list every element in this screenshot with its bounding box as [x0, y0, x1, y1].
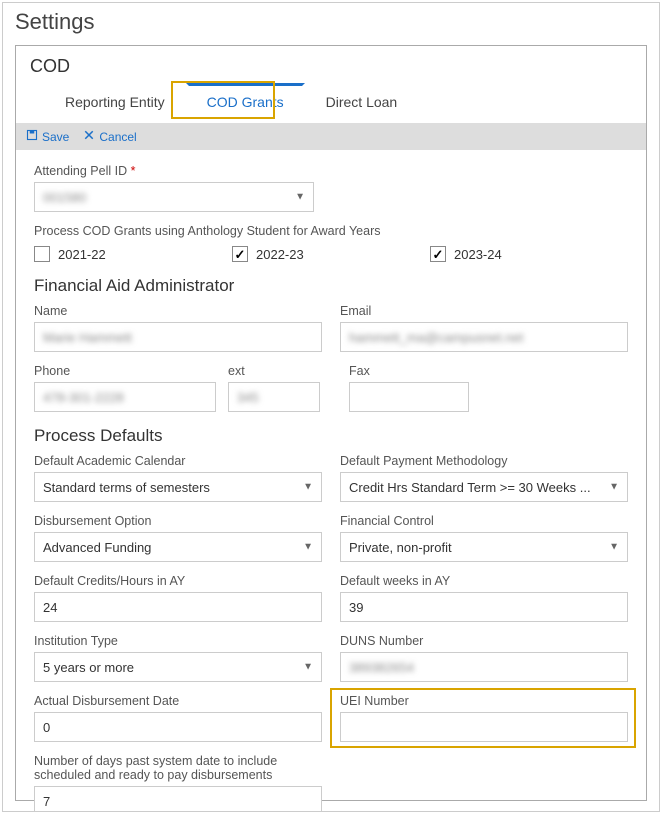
duns-input[interactable]: 389382654 — [340, 652, 628, 682]
chevron-down-icon: ▼ — [609, 482, 619, 493]
panel-title: COD — [16, 46, 646, 83]
ext-label: ext — [228, 364, 320, 378]
phone-label: Phone — [34, 364, 216, 378]
financial-control-label: Financial Control — [340, 514, 628, 528]
academic-calendar-select[interactable]: Standard terms of semesters ▼ — [34, 472, 322, 502]
attending-pell-select[interactable]: 001580 ▼ — [34, 182, 314, 212]
save-icon — [26, 129, 38, 144]
actual-disb-label: Actual Disbursement Date — [34, 694, 322, 708]
payment-methodology-select[interactable]: Credit Hrs Standard Term >= 30 Weeks ...… — [340, 472, 628, 502]
duns-label: DUNS Number — [340, 634, 628, 648]
tab-bar: Reporting Entity COD Grants Direct Loan — [16, 83, 646, 123]
chevron-down-icon: ▼ — [609, 542, 619, 553]
weeks-label: Default weeks in AY — [340, 574, 628, 588]
actual-disb-input[interactable]: 0 — [34, 712, 322, 742]
tab-direct-loan[interactable]: Direct Loan — [305, 83, 419, 123]
uei-label: UEI Number — [340, 694, 628, 708]
credits-input[interactable]: 24 — [34, 592, 322, 622]
tab-reporting-entity[interactable]: Reporting Entity — [44, 83, 186, 123]
cancel-button[interactable]: Cancel — [83, 129, 136, 144]
chevron-down-icon: ▼ — [303, 662, 313, 673]
save-label: Save — [42, 130, 69, 144]
institution-type-select[interactable]: 5 years or more ▼ — [34, 652, 322, 682]
disbursement-option-select[interactable]: Advanced Funding ▼ — [34, 532, 322, 562]
days-past-label: Number of days past system date to inclu… — [34, 754, 314, 782]
attending-pell-value: 001580 — [43, 190, 86, 205]
toolbar: Save Cancel — [16, 123, 646, 150]
attending-pell-label: Attending Pell ID * — [34, 164, 628, 178]
checkbox-2023-24[interactable] — [430, 246, 446, 262]
email-input[interactable]: hammett_ma@campusnet.net — [340, 322, 628, 352]
uei-input[interactable] — [340, 712, 628, 742]
checkbox-2023-24-label: 2023-24 — [454, 247, 502, 262]
process-cod-label: Process COD Grants using Anthology Stude… — [34, 224, 628, 238]
days-past-input[interactable]: 7 — [34, 786, 322, 812]
chevron-down-icon: ▼ — [303, 482, 313, 493]
payment-methodology-label: Default Payment Methodology — [340, 454, 628, 468]
academic-calendar-label: Default Academic Calendar — [34, 454, 322, 468]
fa-admin-title: Financial Aid Administrator — [34, 276, 628, 296]
fax-input[interactable] — [349, 382, 469, 412]
checkbox-2022-23[interactable] — [232, 246, 248, 262]
cancel-label: Cancel — [99, 130, 136, 144]
chevron-down-icon: ▼ — [295, 192, 305, 203]
checkbox-2022-23-label: 2022-23 — [256, 247, 304, 262]
financial-control-select[interactable]: Private, non-profit ▼ — [340, 532, 628, 562]
ext-input[interactable]: 345 — [228, 382, 320, 412]
cod-panel: COD Reporting Entity COD Grants Direct L… — [15, 45, 647, 801]
fax-label: Fax — [349, 364, 469, 378]
name-label: Name — [34, 304, 322, 318]
email-label: Email — [340, 304, 628, 318]
weeks-input[interactable]: 39 — [340, 592, 628, 622]
chevron-down-icon: ▼ — [303, 542, 313, 553]
credits-label: Default Credits/Hours in AY — [34, 574, 322, 588]
name-input[interactable]: Marie Hammett — [34, 322, 322, 352]
checkbox-2021-22-label: 2021-22 — [58, 247, 106, 262]
process-defaults-title: Process Defaults — [34, 426, 628, 446]
save-button[interactable]: Save — [26, 129, 69, 144]
tab-cod-grants[interactable]: COD Grants — [186, 83, 305, 123]
page-title: Settings — [3, 3, 659, 45]
phone-input[interactable]: 478-301-2228 — [34, 382, 216, 412]
disbursement-option-label: Disbursement Option — [34, 514, 322, 528]
institution-type-label: Institution Type — [34, 634, 322, 648]
checkbox-2021-22[interactable] — [34, 246, 50, 262]
close-icon — [83, 129, 95, 144]
